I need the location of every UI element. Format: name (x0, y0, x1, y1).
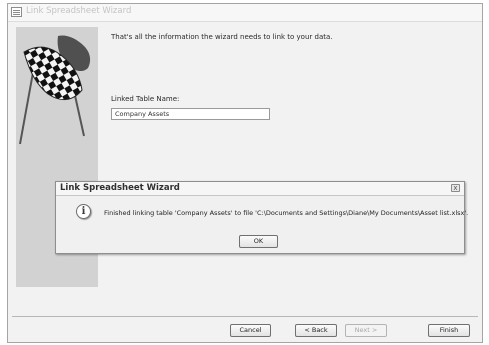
app-window-icon (11, 7, 22, 17)
cancel-button[interactable]: Cancel (230, 324, 271, 337)
link-complete-dialog: Link Spreadsheet Wizard x i Finished lin… (55, 181, 469, 254)
close-icon[interactable]: x (451, 184, 460, 192)
link-spreadsheet-wizard-window: Link Spreadsheet Wizard That's all the i… (7, 3, 483, 343)
ok-button[interactable]: OK (239, 235, 278, 248)
back-button[interactable]: < Back (295, 324, 337, 337)
finish-button[interactable]: Finish (428, 324, 470, 337)
wizard-titlebar: Link Spreadsheet Wizard (8, 4, 482, 22)
wizard-info-text: That's all the information the wizard ne… (111, 33, 333, 41)
linked-table-name-label: Linked Table Name: (111, 95, 180, 103)
checkered-flag-icon (19, 35, 91, 145)
dialog-titlebar: Link Spreadsheet Wizard x (56, 182, 464, 196)
info-icon: i (76, 204, 91, 219)
wizard-title: Link Spreadsheet Wizard (26, 6, 132, 16)
dialog-message: Finished linking table 'Company Assets' … (104, 209, 469, 217)
dialog-title: Link Spreadsheet Wizard (60, 183, 180, 193)
next-button[interactable]: Next > (345, 324, 387, 337)
button-separator (12, 316, 478, 317)
linked-table-name-input[interactable]: Company Assets (111, 108, 270, 120)
